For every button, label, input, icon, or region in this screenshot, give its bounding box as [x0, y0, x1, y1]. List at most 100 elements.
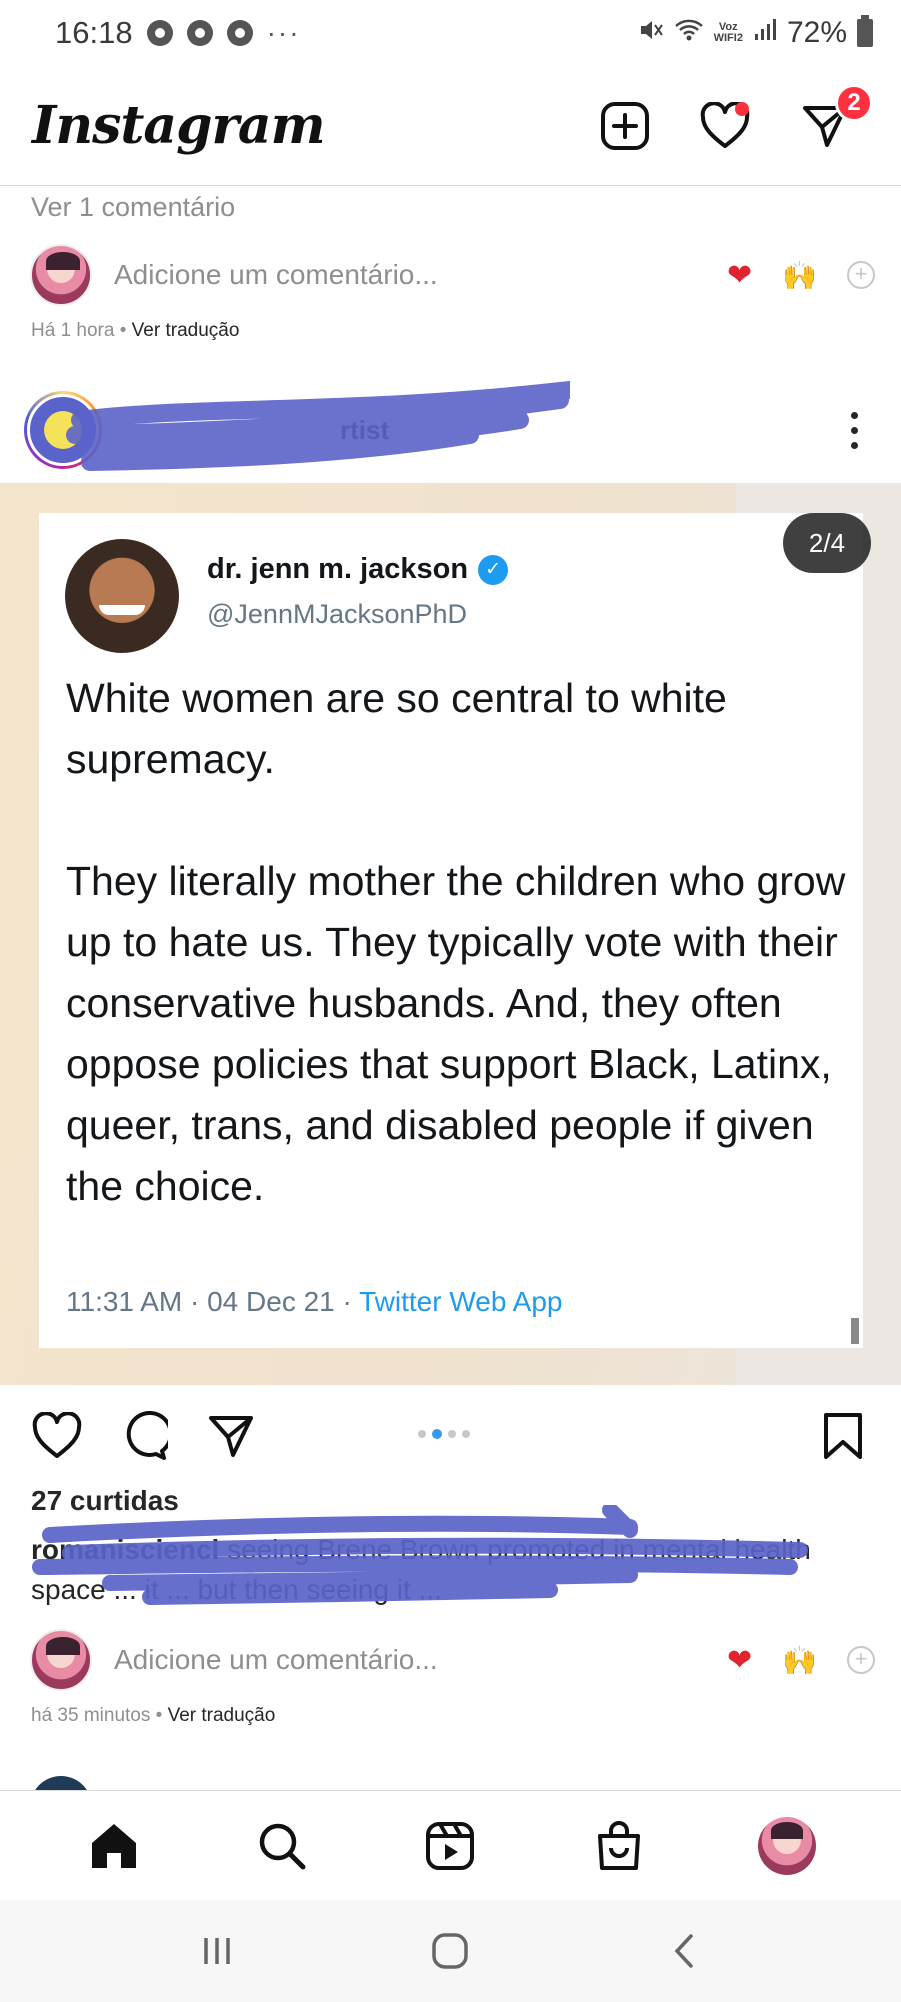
- post-image-carousel[interactable]: dr. jenn m. jackson ✓ @JennMJacksonPhD W…: [0, 483, 901, 1385]
- dot: [850, 411, 858, 419]
- verified-badge-icon: ✓: [478, 554, 509, 585]
- mute-icon: [638, 17, 664, 50]
- tweet-footer: 11:31 AM · 04 Dec 21 · Twitter Web App: [66, 1286, 562, 1318]
- save-icon: [824, 1413, 862, 1459]
- dm-count-badge: 2: [835, 83, 873, 122]
- tweet-name-text: dr. jenn m. jackson: [207, 553, 469, 585]
- post-author-avatar[interactable]: [24, 391, 102, 469]
- new-post-icon: [601, 101, 649, 150]
- bottom-navigation: [0, 1790, 901, 1900]
- more-notifications-icon: ···: [266, 17, 301, 48]
- battery-percent: 72%: [786, 16, 847, 49]
- avatar: [30, 244, 92, 306]
- nav-profile[interactable]: [755, 1814, 819, 1878]
- post-time: Há 1 hora: [31, 320, 115, 341]
- tweet-author-avatar: [65, 539, 179, 653]
- tweet-timestamp: 11:31 AM · 04 Dec 21 ·: [66, 1286, 360, 1317]
- new-post-button[interactable]: [599, 100, 651, 152]
- tweet-handle: @JennMJacksonPhD: [207, 599, 468, 629]
- signal-icon: [753, 18, 777, 49]
- see-translation-link[interactable]: Ver tradução: [168, 1705, 276, 1726]
- like-icon: [32, 1412, 82, 1458]
- post-time: há 35 minutos: [31, 1705, 151, 1726]
- post-actions: [0, 1405, 901, 1465]
- carousel-dot: [462, 1430, 470, 1438]
- system-status: Voz WIFI2 72%: [638, 15, 873, 50]
- raised-hands-emoji-icon[interactable]: 🙌: [782, 259, 817, 292]
- heart-emoji-icon[interactable]: ❤: [727, 1643, 752, 1678]
- like-count[interactable]: 27 curtidas: [31, 1485, 179, 1517]
- instagram-logo[interactable]: Instagram: [32, 95, 326, 156]
- quick-reactions: ❤ 🙌 +: [727, 258, 875, 293]
- add-comment-input[interactable]: Adicione um comentário...: [114, 1644, 438, 1676]
- app-header: Instagram 2: [0, 66, 901, 186]
- nav-shop[interactable]: [587, 1814, 651, 1878]
- tweet-author-name: dr. jenn m. jackson ✓: [207, 553, 509, 586]
- carousel-indicator: [418, 1429, 470, 1439]
- post-meta: Há 1 hora • Ver tradução: [31, 320, 239, 342]
- dot: [850, 426, 858, 434]
- tweet-source: Twitter Web App: [359, 1286, 563, 1317]
- username-visible-fragment: rtist: [340, 415, 390, 445]
- post-caption: romanisciencl seeing Brene Brown promote…: [31, 1530, 811, 1610]
- recents-icon: [204, 1938, 230, 1964]
- add-comment-row[interactable]: Adicione um comentário... ❤ 🙌 +: [30, 1628, 875, 1692]
- wifi-icon: [674, 18, 704, 49]
- view-comments-link[interactable]: Ver 1 comentário: [31, 192, 235, 223]
- nav-search[interactable]: [250, 1814, 314, 1878]
- add-comment-input[interactable]: Adicione um comentário...: [114, 259, 438, 291]
- chrome-notification-icon: [186, 20, 213, 46]
- meta-separator: •: [114, 320, 132, 341]
- raised-hands-emoji-icon[interactable]: 🙌: [782, 1644, 817, 1677]
- comment-button[interactable]: [116, 1409, 170, 1463]
- post-username[interactable]: rtist: [66, 381, 570, 475]
- recents-button[interactable]: [187, 1921, 247, 1981]
- nav-home[interactable]: [82, 1814, 146, 1878]
- header-actions: 2: [599, 83, 873, 152]
- carousel-dot: [418, 1430, 426, 1438]
- avatar: [30, 1629, 92, 1691]
- meta-separator: •: [150, 1705, 168, 1726]
- post-options-button[interactable]: [849, 411, 859, 449]
- avatar: [27, 394, 99, 466]
- heart-emoji-icon[interactable]: ❤: [727, 258, 752, 293]
- wifi2-label: WIFI2: [713, 32, 743, 44]
- add-reaction-icon[interactable]: +: [847, 1646, 875, 1674]
- next-post-avatar: [30, 1776, 110, 1790]
- tweet-screenshot: dr. jenn m. jackson ✓ @JennMJacksonPhD W…: [39, 513, 863, 1348]
- carousel-dot-active: [432, 1429, 442, 1439]
- see-translation-link[interactable]: Ver tradução: [132, 320, 240, 341]
- share-button[interactable]: [204, 1409, 258, 1463]
- home-system-button[interactable]: [420, 1921, 480, 1981]
- tweet-text: White women are so central to white supr…: [66, 675, 846, 1209]
- search-icon: [260, 1823, 306, 1869]
- voz-wifi-indicator: Voz WIFI2: [714, 22, 743, 44]
- notification-icons: [146, 20, 253, 46]
- home-circle-icon: [432, 1933, 469, 1969]
- add-comment-row[interactable]: Adicione um comentário... ❤ 🙌 +: [30, 243, 875, 307]
- dot: [850, 441, 858, 449]
- status-time: 16:18: [55, 15, 133, 50]
- chrome-notification-icon: [146, 20, 173, 46]
- home-icon: [92, 1823, 137, 1868]
- activity-button[interactable]: [699, 100, 751, 152]
- save-button[interactable]: [816, 1409, 870, 1463]
- caption-username[interactable]: romanisciencl: [31, 1534, 219, 1565]
- direct-messages-button[interactable]: 2: [799, 83, 873, 152]
- post-meta: há 35 minutos • Ver tradução: [31, 1705, 275, 1727]
- shop-icon: [597, 1820, 640, 1870]
- status-bar: 16:18 ··· Voz WIFI2 72%: [0, 0, 901, 66]
- tweet-scrollbar: [851, 1318, 859, 1344]
- post-header: rtist: [0, 380, 901, 480]
- activity-notification-dot: [735, 101, 749, 116]
- add-reaction-icon[interactable]: +: [847, 261, 875, 289]
- back-icon: [674, 1934, 693, 1968]
- nav-reels[interactable]: [418, 1814, 482, 1878]
- back-button[interactable]: [654, 1921, 714, 1981]
- reels-icon: [426, 1821, 475, 1870]
- carousel-dot: [448, 1430, 456, 1438]
- like-button[interactable]: [30, 1409, 84, 1463]
- profile-avatar: [757, 1816, 816, 1875]
- chrome-notification-icon: [226, 20, 253, 46]
- share-icon: [209, 1416, 253, 1457]
